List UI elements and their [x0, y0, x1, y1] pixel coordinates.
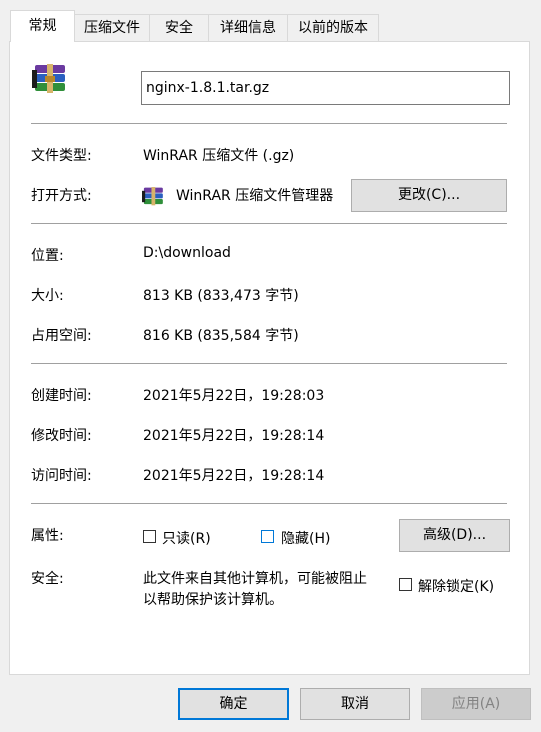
- created-label: 创建时间:: [31, 388, 92, 404]
- modified-value: 2021年5月22日，19:28:14: [143, 428, 325, 444]
- accessed-value: 2021年5月22日，19:28:14: [143, 468, 325, 484]
- modified-label: 修改时间:: [31, 428, 92, 444]
- readonly-checkbox[interactable]: [143, 530, 156, 543]
- unblock-checkbox[interactable]: [399, 578, 412, 591]
- tab-general[interactable]: 常规: [10, 10, 75, 42]
- tab-previous-versions[interactable]: 以前的版本: [287, 14, 379, 41]
- accessed-label: 访问时间:: [31, 468, 92, 484]
- location-label: 位置:: [31, 248, 64, 264]
- ok-button[interactable]: 确定: [178, 688, 289, 720]
- hidden-label: 隐藏(H): [281, 531, 331, 547]
- change-button[interactable]: 更改(C)...: [351, 179, 507, 212]
- separator: [31, 503, 507, 504]
- separator: [31, 363, 507, 364]
- opens-with-value: WinRAR 压缩文件管理器: [176, 188, 334, 204]
- security-message-line1: 此文件来自其他计算机，可能被阻止: [143, 571, 367, 587]
- readonly-label: 只读(R): [162, 531, 211, 547]
- file-type-value: WinRAR 压缩文件 (.gz): [143, 148, 295, 164]
- cancel-button[interactable]: 取消: [300, 688, 410, 720]
- filename-input[interactable]: [141, 71, 510, 105]
- tab-details[interactable]: 详细信息: [208, 14, 288, 41]
- advanced-button[interactable]: 高级(D)...: [399, 519, 510, 552]
- size-value: 813 KB (833,473 字节): [143, 288, 299, 304]
- file-type-label: 文件类型:: [31, 148, 92, 164]
- location-value: D:\download: [143, 245, 231, 261]
- winrar-app-icon: [142, 187, 163, 206]
- tab-bar: 常规 压缩文件 安全 详细信息 以前的版本: [0, 0, 541, 42]
- size-label: 大小:: [31, 288, 64, 304]
- hidden-checkbox[interactable]: [261, 530, 274, 543]
- size-on-disk-value: 816 KB (835,584 字节): [143, 328, 299, 344]
- separator: [31, 223, 507, 224]
- tab-archive[interactable]: 压缩文件: [74, 14, 150, 41]
- unblock-label: 解除锁定(K): [418, 579, 495, 595]
- created-value: 2021年5月22日，19:28:03: [143, 388, 325, 404]
- apply-button[interactable]: 应用(A): [421, 688, 531, 720]
- size-on-disk-label: 占用空间:: [31, 328, 92, 344]
- separator: [31, 123, 507, 124]
- attributes-label: 属性:: [31, 528, 64, 544]
- opens-with-label: 打开方式:: [31, 188, 92, 204]
- security-message-line2: 以帮助保护该计算机。: [143, 592, 283, 608]
- security-label: 安全:: [31, 571, 64, 587]
- tab-security[interactable]: 安全: [149, 14, 209, 41]
- winrar-archive-icon: [32, 64, 65, 93]
